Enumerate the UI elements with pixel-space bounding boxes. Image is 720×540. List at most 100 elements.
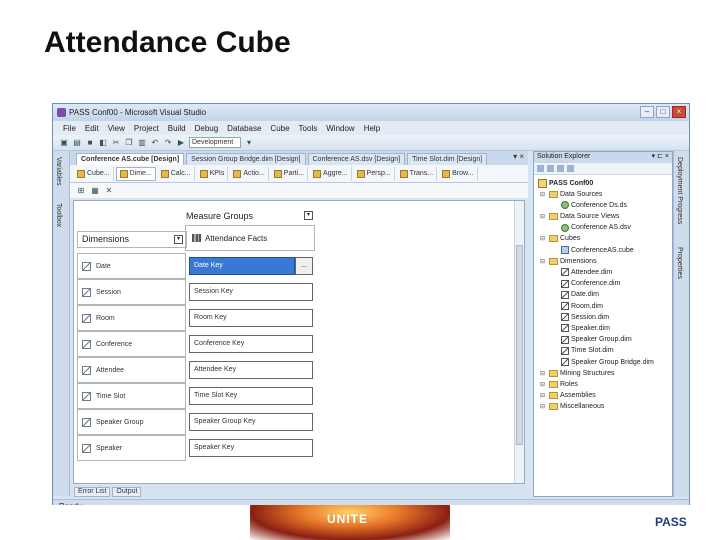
error-list-tab[interactable]: Error List	[74, 486, 111, 497]
new-project-icon[interactable]: ▣	[59, 138, 69, 148]
menu-item-debug[interactable]: Debug	[195, 124, 219, 133]
expand-icon[interactable]: ⊟	[540, 258, 547, 265]
dimension-row[interactable]: Room	[77, 305, 186, 331]
dimension-row[interactable]: Speaker	[77, 435, 186, 461]
tree-node[interactable]: ⊟ Miscellaneous	[540, 402, 604, 412]
menu-item-project[interactable]: Project	[134, 124, 159, 133]
tree-node[interactable]: Session.dim	[552, 312, 609, 322]
tree-node[interactable]: Speaker.dim	[552, 323, 610, 333]
designer-tab[interactable]: Trans...	[397, 166, 438, 181]
tree-node[interactable]: ⊟ Mining Structures	[540, 368, 614, 378]
tree-node[interactable]: Speaker Group.dim	[552, 335, 632, 345]
relationship-cell[interactable]: Date Key	[189, 257, 295, 275]
relationship-cell[interactable]: Room Key	[189, 309, 313, 327]
designer-tab[interactable]: Aggre...	[310, 166, 352, 181]
view-code-icon[interactable]	[557, 165, 564, 172]
undo-icon[interactable]: ↶	[150, 138, 160, 148]
dimension-row[interactable]: Time Slot	[77, 383, 186, 409]
tree-node[interactable]: Conference Ds.ds	[552, 200, 627, 210]
vertical-scrollbar[interactable]	[514, 201, 524, 483]
measure-groups-header[interactable]: Measure Groups ▾	[186, 211, 313, 223]
menu-item-view[interactable]: View	[108, 124, 125, 133]
tree-node[interactable]: ⊟ Data Sources	[540, 189, 602, 199]
save-all-icon[interactable]: ◧	[98, 138, 108, 148]
properties-tab[interactable]: Properties	[676, 247, 683, 279]
expand-icon[interactable]: ⊟	[540, 191, 547, 198]
doc-tab[interactable]: Session Group Bridge.dim [Design]	[186, 153, 306, 165]
redo-icon[interactable]: ↷	[163, 138, 173, 148]
expand-icon[interactable]: ⊟	[540, 213, 547, 220]
configuration-combo[interactable]: Development	[189, 137, 241, 148]
chevron-down-icon[interactable]: ▾	[174, 235, 183, 244]
menu-item-help[interactable]: Help	[364, 124, 380, 133]
copy-icon[interactable]: ❐	[124, 138, 134, 148]
chevron-down-icon[interactable]: ▾	[304, 211, 313, 220]
tree-node[interactable]: ⊟ Data Source Views	[540, 211, 619, 221]
toolbox-tab[interactable]: Toolbox	[55, 203, 62, 227]
dimension-row[interactable]: Date	[77, 253, 186, 279]
doc-tab[interactable]: Conference AS.dsv [Design]	[307, 153, 406, 165]
designer-tab[interactable]: KPIs	[197, 166, 229, 181]
save-icon[interactable]: ■	[85, 138, 95, 148]
filter-icon[interactable]: ▦	[90, 186, 100, 196]
tree-node[interactable]: Attendee.dim	[552, 267, 612, 277]
doc-tab[interactable]: Conference AS.cube [Design]	[76, 153, 185, 165]
tree-node[interactable]: ⊟ Assemblies	[540, 391, 596, 401]
menu-item-database[interactable]: Database	[227, 124, 261, 133]
menu-item-file[interactable]: File	[63, 124, 76, 133]
minimize-button[interactable]: –	[640, 106, 654, 118]
output-tab[interactable]: Output	[112, 486, 142, 497]
cut-icon[interactable]: ✂	[111, 138, 121, 148]
dimension-row[interactable]: Speaker Group	[77, 409, 186, 435]
dimension-row[interactable]: Session	[77, 279, 186, 305]
tree-node[interactable]: Conference AS.dsv	[552, 223, 631, 233]
solution-project-node[interactable]: PASS Conf00	[538, 178, 593, 188]
relationship-cell[interactable]: Attendee Key	[189, 361, 313, 379]
dimension-row[interactable]: Conference	[77, 331, 186, 357]
expand-icon[interactable]: ⊟	[540, 381, 547, 388]
designer-tab[interactable]: Calc...	[158, 166, 195, 181]
tree-node[interactable]: ⊟ Roles	[540, 379, 578, 389]
tree-node[interactable]: Room.dim	[552, 301, 603, 311]
menu-item-cube[interactable]: Cube	[270, 124, 289, 133]
expand-icon[interactable]: ⊟	[540, 403, 547, 410]
deployment-progress-tab[interactable]: Deployment Progress	[676, 157, 683, 224]
scrollbar-thumb[interactable]	[516, 245, 523, 445]
relationship-edit-button[interactable]: ...	[295, 257, 313, 275]
dimension-row[interactable]: Attendee	[77, 357, 186, 383]
add-dimension-icon[interactable]: ⊞	[76, 186, 86, 196]
menu-item-edit[interactable]: Edit	[85, 124, 99, 133]
tree-node[interactable]: Time Slot.dim	[552, 346, 614, 356]
menu-item-build[interactable]: Build	[168, 124, 186, 133]
properties-icon[interactable]	[537, 165, 544, 172]
relationship-cell[interactable]: Conference Key	[189, 335, 313, 353]
view-designer-icon[interactable]	[567, 165, 574, 172]
expand-icon[interactable]: ⊟	[540, 370, 547, 377]
tree-node[interactable]: ⊟ Cubes	[540, 234, 580, 244]
relationship-cell[interactable]: Session Key	[189, 283, 313, 301]
designer-tab[interactable]: Brow...	[439, 166, 478, 181]
start-icon[interactable]: ▶	[176, 138, 186, 148]
doc-tab[interactable]: Time Slot.dim [Design]	[407, 153, 488, 165]
chevron-down-icon[interactable]: ▾	[244, 138, 254, 148]
expand-icon[interactable]: ⊟	[540, 235, 547, 242]
dimensions-header[interactable]: Dimensions ▾	[77, 231, 187, 248]
close-button[interactable]: ×	[672, 106, 686, 118]
tree-node[interactable]: ConferenceAS.cube	[552, 245, 634, 255]
open-icon[interactable]: ▤	[72, 138, 82, 148]
designer-tab[interactable]: Actio...	[230, 166, 269, 181]
tree-node[interactable]: Speaker Group Bridge.dim	[552, 357, 654, 367]
document-tab-controls[interactable]: ▾ ×	[513, 152, 524, 161]
tree-node[interactable]: Conference.dim	[552, 279, 620, 289]
menu-item-tools[interactable]: Tools	[299, 124, 318, 133]
delete-icon[interactable]: ✕	[104, 186, 114, 196]
variables-tab[interactable]: Variables	[55, 157, 62, 186]
designer-tab[interactable]: Cube...	[74, 166, 114, 181]
designer-tab[interactable]: Parti...	[271, 166, 309, 181]
relationship-cell[interactable]: Speaker Group Key	[189, 413, 313, 431]
relationship-cell[interactable]: Speaker Key	[189, 439, 313, 457]
expand-icon[interactable]: ⊟	[540, 392, 547, 399]
paste-icon[interactable]: ▥	[137, 138, 147, 148]
maximize-button[interactable]: □	[656, 106, 670, 118]
tree-node[interactable]: ⊟ Dimensions	[540, 256, 597, 266]
